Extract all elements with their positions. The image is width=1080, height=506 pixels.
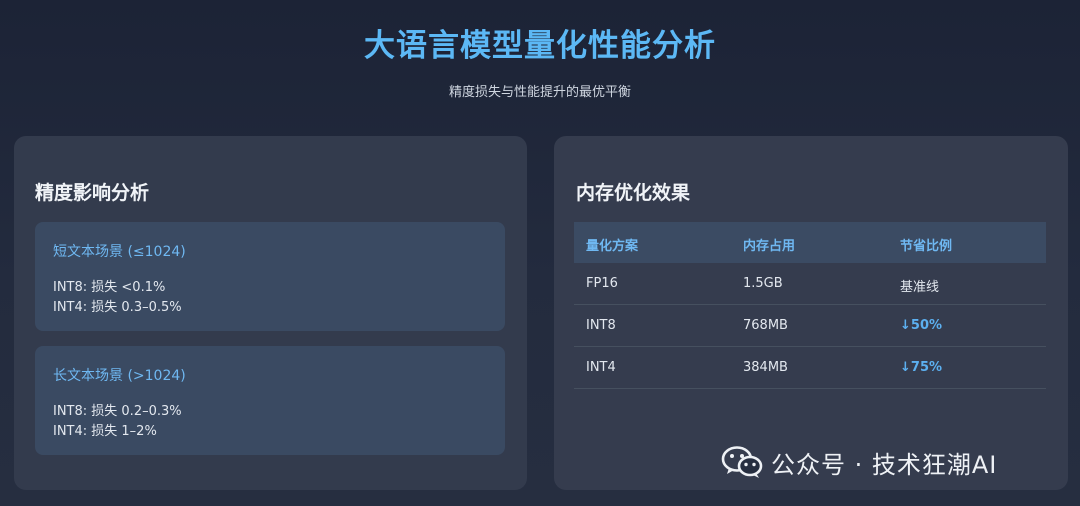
page-title: 大语言模型量化性能分析 — [364, 28, 716, 64]
table-row: INT4 384MB ↓75% — [574, 347, 1046, 389]
memory-table: 量化方案 内存占用 节省比例 FP16 1.5GB 基准线 INT8 768MB… — [574, 222, 1046, 389]
table-row: INT8 768MB ↓50% — [574, 305, 1046, 347]
column-header: 量化方案 — [586, 239, 639, 254]
savings-cell: ↓75% — [900, 360, 943, 375]
table-cell: 基准线 — [900, 280, 940, 295]
table-cell: 768MB — [743, 318, 788, 333]
column-header: 节省比例 — [900, 239, 953, 254]
watermark-text: 公众号 · 技术狂潮AI — [771, 450, 998, 479]
table-row: FP16 1.5GB 基准线 — [574, 263, 1046, 305]
short-text-card: 短文本场景 (≤1024) INT8: 损失 <0.1% INT4: 损失 0.… — [35, 222, 505, 331]
table-cell: 384MB — [743, 360, 788, 375]
accuracy-panel: 精度影响分析 短文本场景 (≤1024) INT8: 损失 <0.1% INT4… — [14, 136, 527, 490]
savings-cell: ↓50% — [900, 318, 943, 333]
table-cell: INT8 — [586, 318, 616, 333]
card-line: INT8: 损失 <0.1% — [53, 280, 166, 295]
card-line: INT8: 损失 0.2–0.3% — [53, 404, 182, 419]
table-cell: INT4 — [586, 360, 616, 375]
card-title: 长文本场景 (>1024) — [53, 368, 186, 384]
long-text-card: 长文本场景 (>1024) INT8: 损失 0.2–0.3% INT4: 损失… — [35, 346, 505, 455]
table-cell: FP16 — [586, 276, 618, 291]
memory-panel-title: 内存优化效果 — [576, 182, 691, 204]
table-header: 量化方案 内存占用 节省比例 — [574, 222, 1046, 263]
page-subtitle: 精度损失与性能提升的最优平衡 — [448, 85, 631, 100]
accuracy-panel-title: 精度影响分析 — [35, 182, 150, 204]
card-line: INT4: 损失 1–2% — [53, 424, 157, 439]
table-cell: 1.5GB — [743, 276, 783, 291]
wechat-icon — [721, 446, 763, 478]
card-title: 短文本场景 (≤1024) — [53, 244, 186, 260]
card-line: INT4: 损失 0.3–0.5% — [53, 300, 182, 315]
memory-panel: 内存优化效果 量化方案 内存占用 节省比例 FP16 1.5GB 基准线 INT… — [554, 136, 1068, 490]
watermark: 公众号 · 技术狂潮AI — [721, 444, 997, 480]
column-header: 内存占用 — [743, 239, 796, 254]
